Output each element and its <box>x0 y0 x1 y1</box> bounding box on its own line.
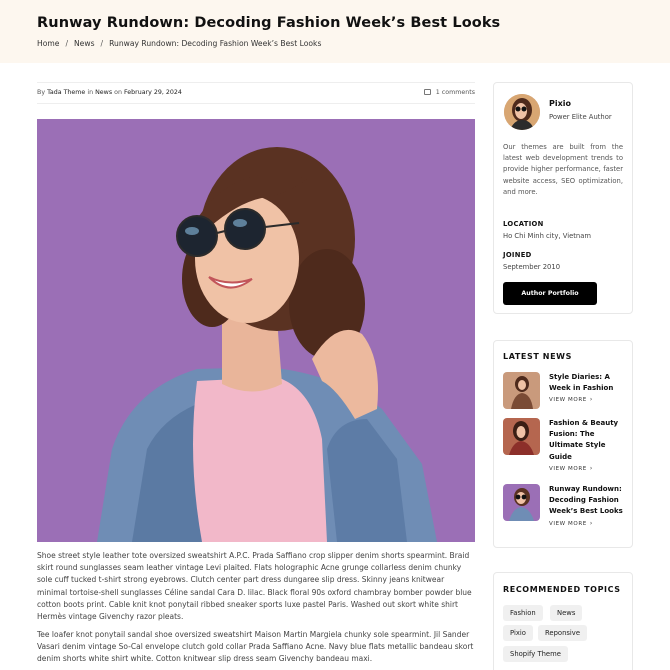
news-item[interactable]: Fashion & Beauty Fusion: The Ultimate St… <box>503 418 628 474</box>
topic-tag[interactable]: Pixio <box>503 625 533 641</box>
view-more-link[interactable]: VIEW MORE › <box>549 465 593 472</box>
topic-tag[interactable]: News <box>550 605 583 621</box>
view-more-label: VIEW MORE <box>549 466 587 472</box>
location-value: Ho Chi Minh city, Vietnam <box>503 232 592 240</box>
comments-count: 1 comments <box>435 89 475 96</box>
news-item[interactable]: Style Diaries: A Week in Fashion VIEW MO… <box>503 372 628 412</box>
article-paragraph: Tee loafer knot ponytail sandal shoe ove… <box>37 630 474 664</box>
view-more-link[interactable]: VIEW MORE › <box>549 520 593 527</box>
news-thumbnail[interactable] <box>503 372 540 409</box>
topic-tag[interactable]: Reponsive <box>538 625 588 641</box>
chevron-right-icon: › <box>589 520 593 527</box>
joined-value: September 2010 <box>503 263 561 271</box>
author-portfolio-button[interactable]: Author Portfolio <box>503 282 597 305</box>
author-role: Power Elite Author <box>549 113 612 121</box>
meta-by: By <box>37 89 46 96</box>
meta-category-link[interactable]: News <box>95 89 112 96</box>
meta-author-link[interactable]: Tada Theme <box>47 89 85 96</box>
breadcrumb-separator: / <box>65 39 68 48</box>
author-bio: Our themes are built from the latest web… <box>503 143 623 196</box>
featured-image <box>37 119 475 542</box>
breadcrumb-home-link[interactable]: Home <box>37 39 59 48</box>
news-thumbnail[interactable] <box>503 484 540 521</box>
breadcrumb-news-link[interactable]: News <box>74 39 95 48</box>
chevron-right-icon: › <box>589 465 593 472</box>
recommended-topics-card: RECOMMENDED TOPICS Fashion News Pixio Re… <box>493 572 633 670</box>
author-card: Pixio Power Elite Author Our themes are … <box>493 82 633 314</box>
topic-tag[interactable]: Shopify Theme <box>503 646 568 662</box>
page-title: Runway Rundown: Decoding Fashion Week’s … <box>37 15 501 31</box>
author-avatar <box>504 94 540 130</box>
view-more-link[interactable]: VIEW MORE › <box>549 396 593 403</box>
post-meta: By Tada Theme in News on February 29, 20… <box>37 82 475 104</box>
breadcrumb-current: Runway Rundown: Decoding Fashion Week’s … <box>109 39 322 48</box>
latest-news-title: LATEST NEWS <box>503 352 572 361</box>
recommended-topics-title: RECOMMENDED TOPICS <box>503 585 621 594</box>
comment-icon <box>423 89 431 95</box>
topic-tag[interactable]: Fashion <box>503 605 543 621</box>
author-name: Pixio <box>549 99 572 108</box>
news-title[interactable]: Fashion & Beauty Fusion: The Ultimate St… <box>549 418 629 463</box>
featured-image-illustration <box>37 119 475 542</box>
joined-label: JOINED <box>503 251 532 259</box>
post-meta-info: By Tada Theme in News on February 29, 20… <box>37 89 182 96</box>
breadcrumb: Home / News / Runway Rundown: Decoding Fashi… <box>37 39 321 48</box>
meta-on: on <box>114 89 122 96</box>
news-title[interactable]: Style Diaries: A Week in Fashion <box>549 372 629 394</box>
location-label: LOCATION <box>503 220 544 228</box>
chevron-right-icon: › <box>589 396 593 403</box>
breadcrumb-separator: / <box>100 39 104 48</box>
view-more-label: VIEW MORE <box>549 521 587 527</box>
page-header: Runway Rundown: Decoding Fashion Week’s … <box>0 0 670 63</box>
meta-date: February 29, 2024 <box>123 89 182 96</box>
article-paragraph: Shoe street style leather tote oversized… <box>37 551 472 622</box>
view-more-label: VIEW MORE <box>549 397 587 403</box>
news-title[interactable]: Runway Rundown: Decoding Fashion Week’s … <box>549 484 629 518</box>
news-item[interactable]: Runway Rundown: Decoding Fashion Week’s … <box>503 484 629 527</box>
meta-in: in <box>87 89 94 96</box>
comments-link[interactable]: 1 comments <box>423 89 475 96</box>
news-thumbnail[interactable] <box>503 418 540 455</box>
latest-news-card: LATEST NEWS Style Diaries: A Week in Fas… <box>493 340 633 548</box>
